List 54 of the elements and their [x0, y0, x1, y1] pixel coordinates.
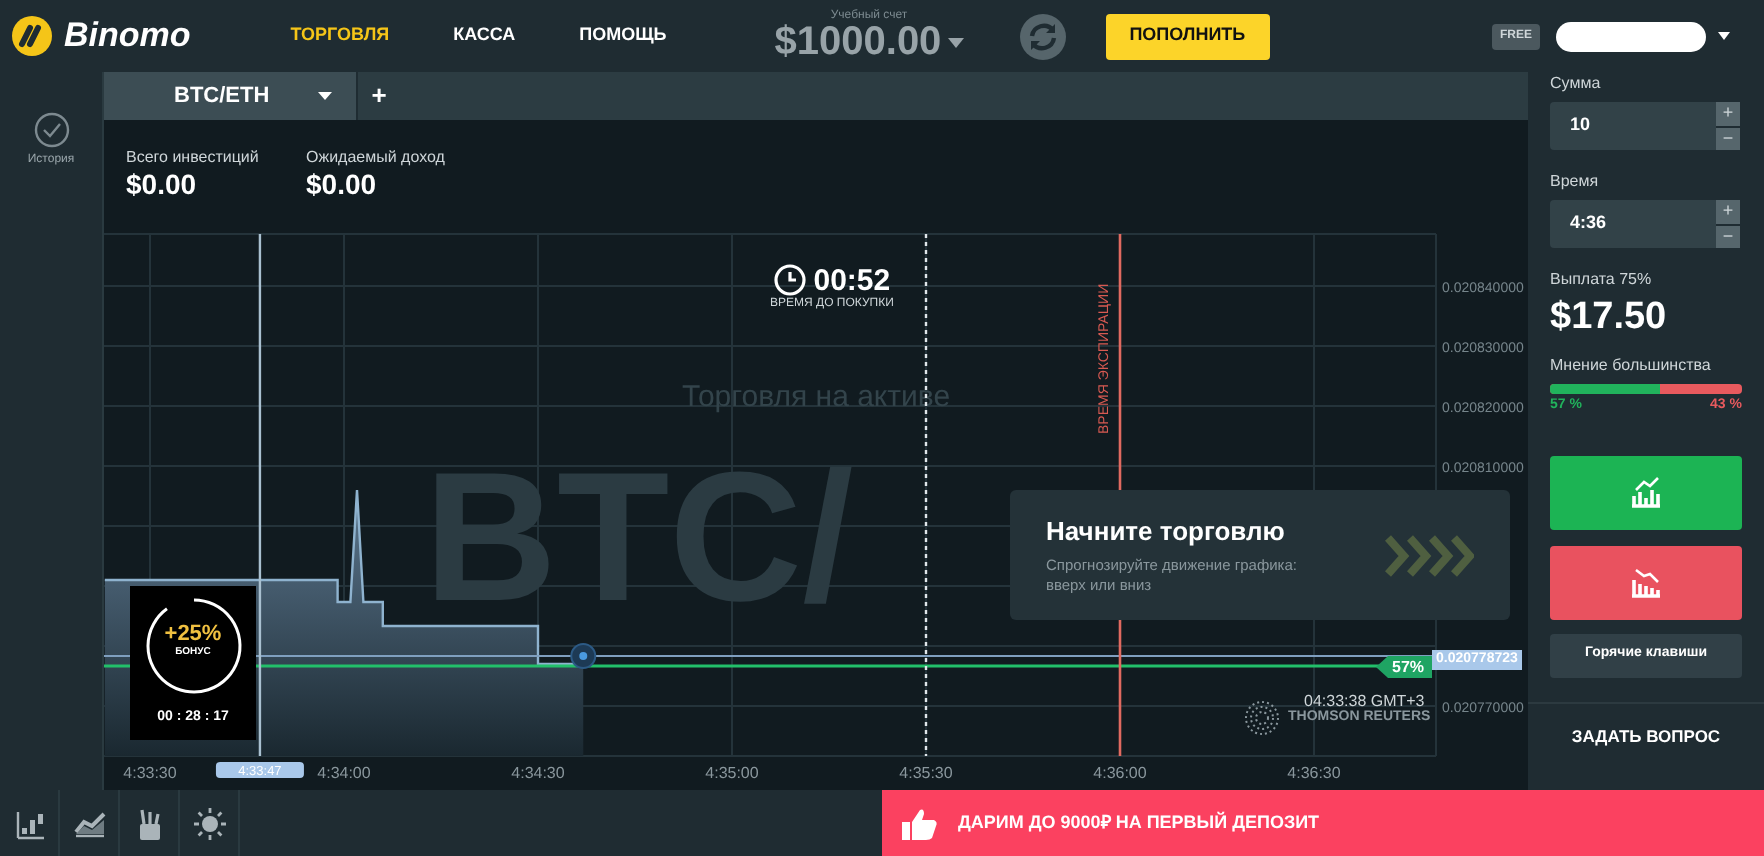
decrement-button[interactable]: −	[1716, 127, 1740, 150]
nav-tab[interactable]: ПОМОЩЬ	[579, 22, 667, 50]
bonus-progress-ring	[143, 596, 243, 696]
caret-icon	[947, 37, 964, 47]
current-time-marker	[215, 762, 304, 778]
x-axis-label: 4:34:30	[511, 764, 565, 782]
server-time: 04:33:38 GMT+3	[1304, 692, 1425, 710]
time-field[interactable]: 4:36	[1550, 200, 1716, 248]
payout-label: Выплата 75%	[1550, 268, 1654, 292]
clock-icon	[773, 264, 806, 296]
time-label: Время	[1550, 170, 1601, 194]
increment-button[interactable]: +	[1716, 102, 1740, 125]
expected-income-label: Ожидаемый доход	[306, 146, 445, 170]
caret-icon	[318, 92, 332, 100]
caret-icon	[1718, 32, 1730, 40]
decrement-button[interactable]: −	[1716, 225, 1740, 248]
x-axis-label: 4:36:00	[1093, 764, 1147, 782]
x-axis-label: 4:36:30	[1287, 764, 1341, 782]
amount-field[interactable]: 10	[1550, 102, 1716, 150]
sun-icon[interactable]	[193, 807, 225, 839]
hint-title: Начните торговлю	[1046, 518, 1287, 544]
expected-income-value: $0.00	[306, 170, 379, 198]
swirl-logo-icon	[1244, 700, 1280, 736]
payout-value: $17.50	[1550, 298, 1669, 336]
logo-icon	[12, 16, 52, 56]
check-circle-icon[interactable]	[33, 112, 69, 148]
total-invested-label: Всего инвестиций	[126, 146, 259, 170]
asset-tab[interactable]: BTC/ETH	[104, 72, 356, 120]
increment-button[interactable]: +	[1716, 200, 1740, 223]
x-axis-label: 4:34:00	[317, 764, 371, 782]
current-price-dot	[570, 643, 597, 669]
x-axis-label: 4:35:30	[899, 764, 953, 782]
rising-chart-icon	[1630, 476, 1662, 508]
countdown-timer: 00:52	[813, 265, 891, 295]
bar-chart-icon[interactable]	[13, 807, 45, 839]
deposit-button[interactable]: ПОПОЛНИТЬ	[1105, 13, 1270, 59]
x-axis-label: 4:33:30	[123, 764, 177, 782]
thumbs-up-icon	[902, 807, 938, 839]
falling-chart-icon	[1630, 566, 1662, 598]
majority-label: Мнение большинства	[1550, 354, 1713, 378]
x-axis-label: 4:35:00	[705, 764, 759, 782]
chevrons-icon	[1384, 534, 1474, 578]
amount-label: Сумма	[1550, 72, 1603, 96]
nav-tab[interactable]: КАССА	[453, 22, 516, 50]
bonus-value: +25%	[164, 624, 222, 646]
total-invested-value: $0.00	[126, 170, 199, 198]
ask-question-button[interactable]: ЗАДАТЬ ВОПРОС	[1550, 723, 1742, 749]
nav-tab[interactable]: ТОРГОВЛЯ	[290, 22, 390, 50]
refresh-icon[interactable]	[1019, 13, 1066, 59]
payout-tag: 57%	[1376, 656, 1433, 678]
logo-text: Binomo	[64, 14, 191, 59]
balance-text[interactable]: $1000.00	[774, 22, 942, 62]
put-button[interactable]	[1550, 545, 1742, 619]
line-chart-icon[interactable]	[73, 807, 105, 839]
